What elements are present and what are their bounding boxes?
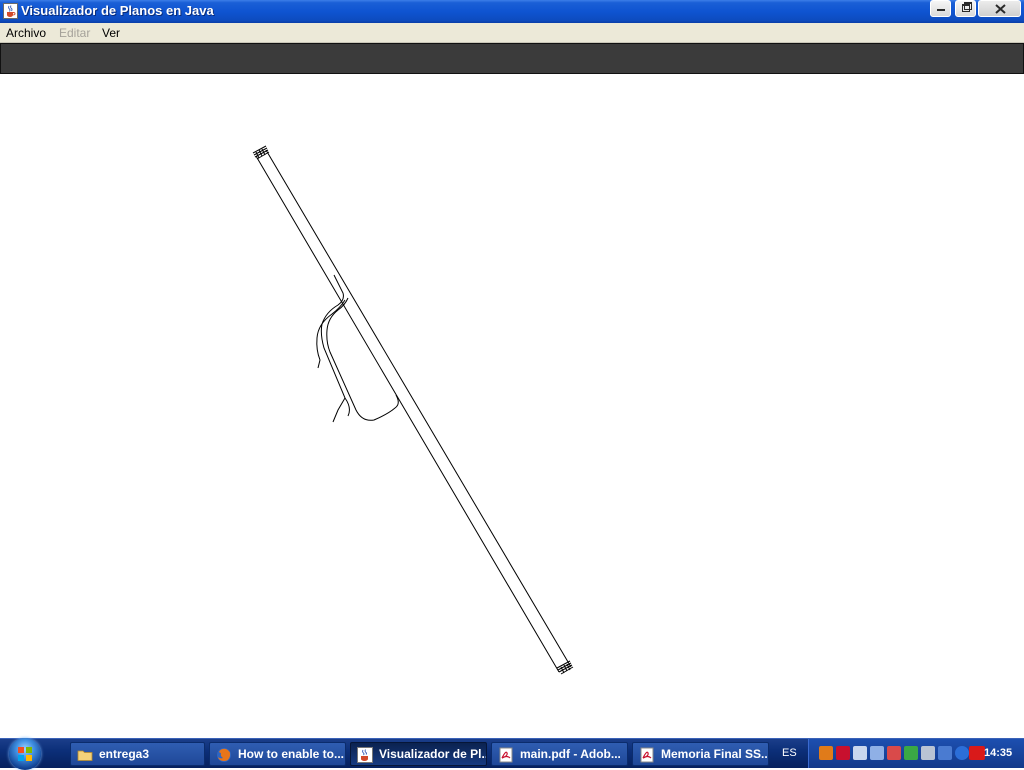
corridor-end-cap-bottom bbox=[556, 660, 574, 675]
globe-icon[interactable] bbox=[955, 746, 969, 760]
clock[interactable]: 14:35 bbox=[984, 747, 1012, 759]
minimize-icon bbox=[937, 9, 945, 11]
taskbar-button-label: Memoria Final SS... bbox=[661, 747, 769, 761]
floor-plan-drawing bbox=[252, 145, 574, 675]
taskbar-button-memoria-pdf[interactable]: Memoria Final SS... bbox=[632, 742, 769, 766]
start-button[interactable] bbox=[9, 738, 41, 770]
taskbar-button-entrega3[interactable]: entrega3 bbox=[70, 742, 205, 766]
close-button[interactable] bbox=[978, 0, 1021, 17]
corridor-edge-right bbox=[265, 149, 572, 668]
taskbar-button-label: entrega3 bbox=[99, 747, 150, 761]
branch-inner-wall bbox=[320, 274, 350, 417]
corridor-end-cap-top bbox=[252, 145, 270, 160]
menu-bar: Archivo Editar Ver bbox=[0, 23, 1024, 43]
taskbar-button-main-pdf[interactable]: main.pdf - Adob... bbox=[491, 742, 628, 766]
corridor-edge-left bbox=[255, 155, 560, 673]
menu-archivo[interactable]: Archivo bbox=[6, 26, 46, 40]
menu-ver[interactable]: Ver bbox=[102, 26, 120, 40]
minimize-button[interactable] bbox=[930, 0, 951, 17]
branch-room-outline bbox=[326, 297, 399, 421]
taskbar-button-firefox[interactable]: How to enable to... bbox=[209, 742, 346, 766]
close-icon bbox=[995, 4, 1006, 14]
folder-icon bbox=[77, 750, 93, 761]
taskbar-button-visualizador[interactable]: Visualizador de Pl... bbox=[350, 742, 487, 766]
maximize-button[interactable] bbox=[955, 0, 976, 17]
adobe-tray-icon[interactable] bbox=[836, 746, 850, 760]
taskbar-button-label: How to enable to... bbox=[238, 747, 345, 761]
network-icon-2[interactable] bbox=[887, 746, 901, 760]
java-cup-icon bbox=[3, 3, 18, 19]
maximize-icon-back bbox=[964, 2, 972, 10]
taskbar: entrega3 How to enable to... Visualizado… bbox=[0, 738, 1024, 770]
toolbar bbox=[0, 43, 1024, 74]
menu-editar: Editar bbox=[59, 26, 91, 40]
sync-icon[interactable] bbox=[904, 746, 918, 760]
title-bar[interactable]: Visualizador de Planos en Java bbox=[0, 0, 1024, 23]
volume-icon[interactable] bbox=[853, 746, 867, 760]
firefox-icon bbox=[217, 748, 231, 762]
taskbar-button-label: main.pdf - Adob... bbox=[520, 747, 621, 761]
branch-stub bbox=[332, 397, 346, 423]
java-cup-icon bbox=[357, 747, 373, 763]
ati-icon[interactable] bbox=[969, 746, 985, 760]
pdf-icon bbox=[499, 747, 513, 763]
window-title: Visualizador de Planos en Java bbox=[21, 3, 214, 18]
app-window: Visualizador de Planos en Java Archivo E… bbox=[0, 0, 1024, 738]
network-icon[interactable] bbox=[870, 746, 884, 760]
monitor-icon[interactable] bbox=[938, 746, 952, 760]
windows-orb-icon bbox=[18, 747, 32, 761]
plan-canvas[interactable] bbox=[0, 74, 1024, 738]
language-indicator[interactable]: ES bbox=[782, 747, 797, 759]
java-tray-icon[interactable] bbox=[819, 746, 833, 760]
taskbar-button-label: Visualizador de Pl... bbox=[379, 747, 487, 761]
pdf-icon bbox=[640, 747, 654, 763]
safely-remove-icon[interactable] bbox=[921, 746, 935, 760]
